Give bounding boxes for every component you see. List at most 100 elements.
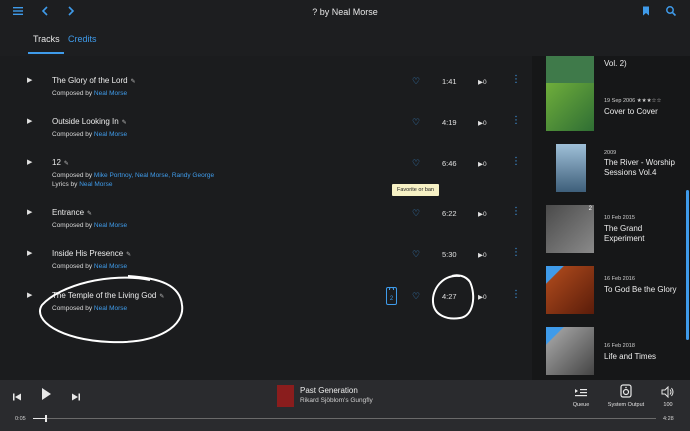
now-playing-artist[interactable]: Rikard Sjöblom's Gungfly xyxy=(300,397,373,404)
play-count: ▶0 xyxy=(478,79,487,86)
play-count: ▶0 xyxy=(478,294,487,301)
sidebar-scrollbar[interactable] xyxy=(686,190,689,340)
credit-link[interactable]: Neal Morse xyxy=(94,222,127,229)
credit-link[interactable]: Mike Portnoy, Neal Morse, Randy George xyxy=(94,172,214,179)
heart-icon[interactable]: ♡ xyxy=(412,158,422,168)
track-row[interactable]: ▶ Inside His Presence ✎ Composed by Neal … xyxy=(0,243,532,283)
album-date: 2009 xyxy=(604,150,617,156)
play-count: ▶0 xyxy=(478,211,487,218)
album-item[interactable]: 16 Feb 2018 Life and Times xyxy=(532,327,690,380)
progress-handle[interactable] xyxy=(45,415,48,422)
album-date: 16 Feb 2016 xyxy=(604,276,635,282)
album-title[interactable]: Life and Times xyxy=(604,352,684,362)
disc-icon: 2 xyxy=(386,287,397,305)
album-cover[interactable] xyxy=(546,83,594,131)
page-title: ? by Neal Morse xyxy=(312,7,378,17)
queue-label[interactable]: Queue xyxy=(566,402,596,408)
track-title[interactable]: The Temple of the Living God ✎ xyxy=(52,291,164,300)
track-title[interactable]: 12 ✎ xyxy=(52,158,69,167)
volume-icon[interactable] xyxy=(661,385,675,403)
output-label[interactable]: System Output xyxy=(603,402,649,408)
now-playing-cover[interactable] xyxy=(277,385,294,407)
album-title[interactable]: Vol. 2) xyxy=(604,59,684,69)
track-duration: 4:19 xyxy=(442,118,457,127)
album-cover[interactable]: 2 xyxy=(546,205,594,253)
play-icon[interactable]: ▶ xyxy=(27,118,35,126)
album-cover[interactable] xyxy=(546,327,594,375)
track-title[interactable]: Outside Looking In ✎ xyxy=(52,117,127,126)
track-duration: 4:27 xyxy=(442,292,457,301)
progress-fill xyxy=(33,418,46,419)
pin-icon: ✎ xyxy=(87,211,93,217)
credit-link[interactable]: Neal Morse xyxy=(94,90,127,97)
tab-tracks[interactable]: Tracks xyxy=(33,34,60,44)
pin-icon: ✎ xyxy=(130,79,136,85)
more-options-icon[interactable]: ⋮ xyxy=(511,290,521,300)
more-options-icon[interactable]: ⋮ xyxy=(511,207,521,217)
heart-icon[interactable]: ♡ xyxy=(412,291,422,301)
credit-link[interactable]: Neal Morse xyxy=(79,181,112,188)
favorite-tooltip: Favorite or ban xyxy=(392,184,439,196)
bookmark-icon[interactable] xyxy=(638,5,654,21)
more-options-icon[interactable]: ⋮ xyxy=(511,116,521,126)
pin-icon: ✎ xyxy=(63,161,69,167)
more-options-icon[interactable]: ⋮ xyxy=(511,248,521,258)
album-title[interactable]: Cover to Cover xyxy=(604,107,684,117)
track-row[interactable]: ▶ Outside Looking In ✎ Composed by Neal M… xyxy=(0,111,532,151)
credit-link[interactable]: Neal Morse xyxy=(94,305,127,312)
track-duration: 5:30 xyxy=(442,250,457,259)
track-row[interactable]: ▶ The Temple of the Living God ✎ Composed… xyxy=(0,285,532,325)
album-date: 10 Feb 2015 xyxy=(604,215,635,221)
track-row[interactable]: ▶ 12 ✎ Composed by Mike Portnoy, Neal Mor… xyxy=(0,152,532,202)
heart-icon[interactable]: ♡ xyxy=(412,117,422,127)
previous-icon[interactable] xyxy=(12,389,22,407)
track-credit: Composed by Neal Morse xyxy=(52,222,128,229)
next-icon[interactable] xyxy=(71,389,81,407)
credit-link[interactable]: Neal Morse xyxy=(94,131,127,138)
play-icon[interactable]: ▶ xyxy=(27,77,35,85)
album-item[interactable]: 2009 The River - Worship Sessions Vol.4 xyxy=(532,144,690,202)
album-item[interactable]: 2 10 Feb 2015 The Grand Experiment xyxy=(532,205,690,263)
track-credit: Composed by Neal Morse xyxy=(52,305,128,312)
disc-count-badge: 2 xyxy=(588,206,592,212)
track-duration: 1:41 xyxy=(442,77,457,86)
play-count: ▶0 xyxy=(478,120,487,127)
credit-link[interactable]: Neal Morse xyxy=(94,263,127,270)
pin-icon: ✎ xyxy=(121,120,127,126)
play-count: ▶0 xyxy=(478,252,487,259)
heart-icon[interactable]: ♡ xyxy=(412,76,422,86)
track-title[interactable]: The Glory of the Lord ✎ xyxy=(52,76,136,85)
track-title[interactable]: Entrance ✎ xyxy=(52,208,92,217)
album-cover[interactable] xyxy=(546,266,594,314)
heart-icon[interactable]: ♡ xyxy=(412,208,422,218)
play-icon[interactable]: ▶ xyxy=(27,209,35,217)
album-item[interactable]: 16 Feb 2016 To God Be the Glory xyxy=(532,266,690,324)
progress-bar[interactable] xyxy=(33,415,656,422)
play-icon[interactable]: ▶ xyxy=(27,250,35,258)
now-playing-title[interactable]: Past Generation xyxy=(300,386,358,395)
track-row[interactable]: ▶ The Glory of the Lord ✎ Composed by Nea… xyxy=(0,70,532,110)
more-options-icon[interactable]: ⋮ xyxy=(511,157,521,167)
heart-icon[interactable]: ♡ xyxy=(412,249,422,259)
speaker-output-icon[interactable] xyxy=(619,384,633,403)
play-icon[interactable]: ▶ xyxy=(27,292,35,300)
total-time: 4:28 xyxy=(663,416,674,422)
album-item[interactable]: 19 Sep 2006 ★★★☆☆ Cover to Cover xyxy=(532,83,690,141)
album-title[interactable]: The River - Worship Sessions Vol.4 xyxy=(604,158,684,178)
play-icon[interactable]: ▶ xyxy=(27,159,35,167)
active-tab-indicator xyxy=(28,52,64,54)
play-button[interactable] xyxy=(39,387,53,406)
tab-credits[interactable]: Credits xyxy=(68,34,97,44)
track-lyrics-credit: Lyrics by Neal Morse xyxy=(52,181,113,188)
search-icon[interactable] xyxy=(663,5,679,21)
album-title[interactable]: The Grand Experiment xyxy=(604,224,684,244)
album-title[interactable]: To God Be the Glory xyxy=(604,285,684,295)
top-bar: ? by Neal Morse xyxy=(0,0,690,26)
play-count: ▶0 xyxy=(478,161,487,168)
player-bar: Past Generation Rikard Sjöblom's Gungfly… xyxy=(0,380,690,431)
more-options-icon[interactable]: ⋮ xyxy=(511,75,521,85)
album-cover[interactable] xyxy=(556,144,586,192)
track-row[interactable]: ▶ Entrance ✎ Composed by Neal Morse ♡ 6:2… xyxy=(0,202,532,242)
track-title[interactable]: Inside His Presence ✎ xyxy=(52,249,131,258)
track-duration: 6:46 xyxy=(442,159,457,168)
